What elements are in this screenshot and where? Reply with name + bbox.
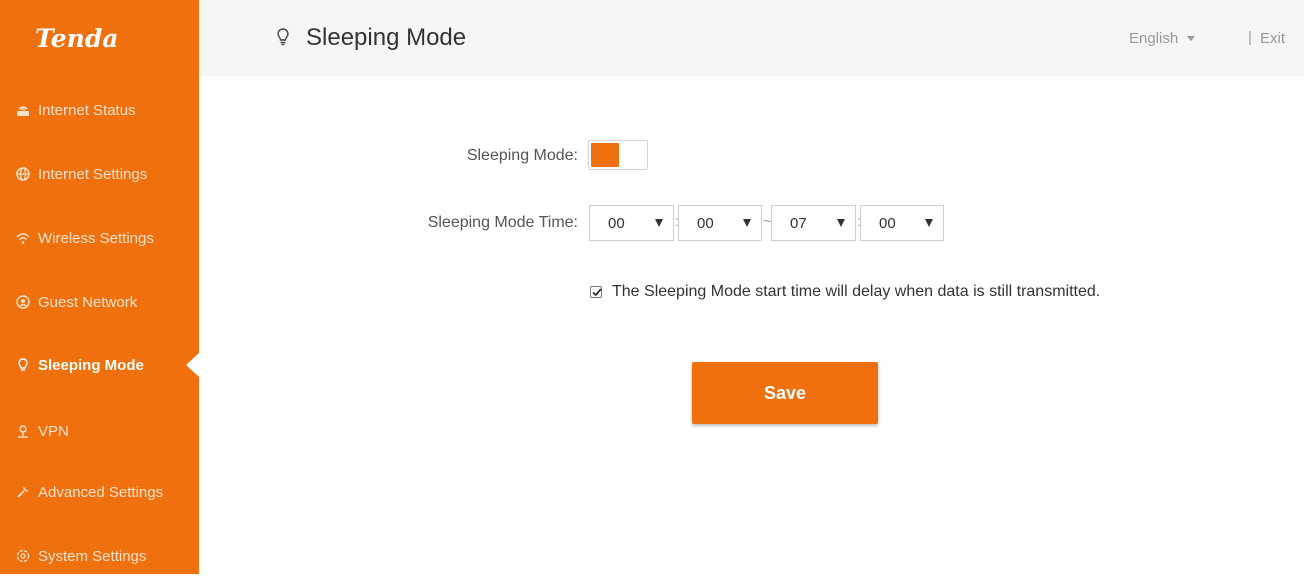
sidebar-item-system-settings[interactable]: System Settings [0, 536, 199, 576]
start-hour-select[interactable]: 00 [589, 205, 674, 241]
language-select[interactable]: English [1129, 30, 1196, 47]
toggle-on-fill [591, 143, 619, 167]
delay-checkbox[interactable] [590, 286, 602, 298]
page-header: Sleeping Mode English | Exit [199, 0, 1304, 76]
sidebar-item-wireless-settings[interactable]: Wireless Settings [0, 218, 199, 258]
gear-icon [15, 548, 31, 564]
guest-network-icon [15, 294, 31, 310]
sidebar: Tenda Internet Status Internet Settings … [0, 0, 199, 574]
globe-icon [15, 166, 31, 182]
start-minute-value: 00 [697, 214, 714, 232]
sidebar-item-guest-network[interactable]: Guest Network [0, 282, 199, 322]
start-hour-value: 00 [608, 214, 625, 232]
header-separator: | [1248, 29, 1252, 46]
sidebar-item-label: System Settings [38, 547, 147, 565]
sleeping-mode-label: Sleeping Mode: [466, 147, 578, 164]
exit-link[interactable]: Exit [1260, 30, 1285, 47]
sidebar-item-label: Advanced Settings [38, 483, 164, 501]
router-icon [15, 102, 31, 118]
lightbulb-icon [15, 357, 31, 373]
sidebar-item-label: Guest Network [38, 293, 138, 311]
dropdown-arrow-icon [655, 219, 663, 227]
check-icon [592, 288, 602, 297]
dropdown-arrow-icon [743, 219, 751, 227]
wrench-icon [15, 484, 31, 500]
sidebar-item-sleeping-mode[interactable]: Sleeping Mode [0, 345, 199, 385]
end-hour-value: 07 [790, 214, 807, 232]
toggle-knob [621, 143, 645, 167]
sidebar-item-advanced-settings[interactable]: Advanced Settings [0, 472, 199, 512]
language-label: English [1129, 30, 1179, 47]
sidebar-item-label: Internet Settings [38, 165, 148, 183]
save-button[interactable]: Save [692, 362, 878, 424]
sidebar-item-internet-status[interactable]: Internet Status [0, 90, 199, 130]
wifi-icon [15, 230, 31, 246]
sidebar-item-label: Sleeping Mode [38, 356, 144, 374]
start-minute-select[interactable]: 00 [678, 205, 762, 241]
sidebar-item-internet-settings[interactable]: Internet Settings [0, 154, 199, 194]
chevron-down-icon [1187, 36, 1196, 41]
sidebar-item-vpn[interactable]: VPN [0, 411, 199, 451]
end-minute-value: 00 [879, 214, 896, 232]
sidebar-item-label: Internet Status [38, 101, 136, 119]
sleeping-mode-time-label: Sleeping Mode Time: [427, 214, 578, 231]
dropdown-arrow-icon [925, 219, 933, 227]
vpn-icon [15, 423, 31, 439]
page-title: Sleeping Mode [306, 24, 467, 51]
delay-description: The Sleeping Mode start time will delay … [612, 283, 1101, 300]
sidebar-item-label: VPN [38, 422, 69, 440]
end-hour-select[interactable]: 07 [771, 205, 856, 241]
tenda-logo: Tenda [35, 24, 119, 53]
time-range-tilde: ~ [763, 213, 772, 229]
end-minute-select[interactable]: 00 [860, 205, 944, 241]
lightbulb-icon [274, 27, 292, 47]
sleeping-mode-toggle[interactable] [588, 140, 648, 170]
sidebar-item-label: Wireless Settings [38, 229, 154, 247]
dropdown-arrow-icon [837, 219, 845, 227]
